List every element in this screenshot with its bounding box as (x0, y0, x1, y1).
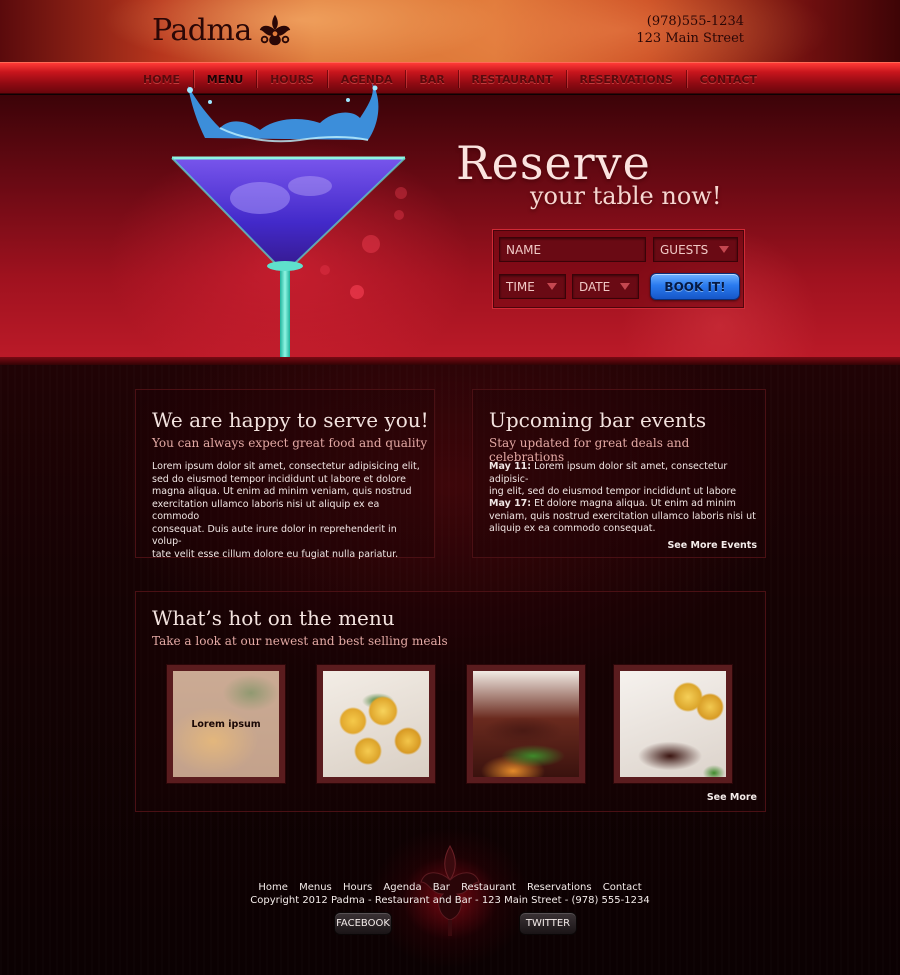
nav-item-reservations[interactable]: RESERVATIONS (569, 73, 682, 86)
welcome-panel: We are happy to serve you! You can alway… (135, 389, 435, 561)
guests-select-label: GUESTS (660, 242, 709, 257)
hero-banner (0, 95, 900, 358)
twitter-button[interactable]: TWITTER (519, 912, 577, 935)
events-title: Upcoming bar events (489, 408, 707, 432)
menu-title: What’s hot on the menu (152, 606, 395, 630)
event-text: Et dolore magna aliqua. Ut enim ad minim (534, 498, 736, 509)
footer-copyright: Copyright 2012 Padma - Restaurant and Ba… (250, 895, 650, 906)
menu-thumbnail-image: Lorem ipsum (173, 671, 279, 777)
see-more-events-link[interactable]: See More Events (667, 540, 757, 551)
footer-link-agenda[interactable]: Agenda (383, 882, 421, 893)
chevron-down-icon (719, 246, 729, 253)
nav-item-contact[interactable]: CONTACT (690, 73, 767, 86)
name-input[interactable]: NAME (499, 237, 646, 262)
footer-link-hours[interactable]: Hours (343, 882, 372, 893)
footer-link-menus[interactable]: Menus (299, 882, 332, 893)
menu-thumbnail[interactable] (466, 664, 586, 784)
nav-divider (565, 70, 567, 88)
chevron-down-icon (547, 283, 557, 290)
menu-subtitle: Take a look at our newest and best selli… (152, 634, 448, 648)
guests-select[interactable]: GUESTS (653, 237, 738, 262)
menu-thumbnail-label: Lorem ipsum (191, 719, 261, 730)
date-select[interactable]: DATE (572, 274, 639, 299)
logo[interactable]: Padma (152, 10, 294, 50)
event-text: aliquip ex ea commodo consequat. (489, 523, 656, 534)
menu-thumbnail[interactable]: Lorem ipsum (166, 664, 286, 784)
site-header: Padma (978)555-1234 123 Main Street (0, 0, 900, 62)
welcome-line: magna aliqua. Ut enim ad minim veniam, q… (152, 486, 412, 497)
time-select[interactable]: TIME (499, 274, 566, 299)
footer-link-bar[interactable]: Bar (433, 882, 450, 893)
events-panel: Upcoming bar events Stay updated for gre… (472, 389, 766, 558)
facebook-button[interactable]: FACEBOOK (334, 912, 392, 935)
nav-item-restaurant[interactable]: RESTAURANT (461, 73, 562, 86)
footer-link-restaurant[interactable]: Restaurant (461, 882, 516, 893)
header-address: 123 Main Street (636, 31, 744, 46)
event-item: May 11: Lorem ipsum dolor sit amet, cons… (489, 461, 759, 499)
header-phone: (978)555-1234 (646, 14, 744, 29)
footer-link-home[interactable]: Home (258, 882, 288, 893)
footer-link-contact[interactable]: Contact (603, 882, 642, 893)
menu-thumbnail-image (620, 671, 726, 777)
footer-nav: Home Menus Hours Agenda Bar Restaurant R… (0, 882, 900, 893)
event-date: May 17: (489, 498, 532, 509)
welcome-line: sed do eiusmod tempor incididunt ut labo… (152, 473, 406, 485)
event-text: veniam, quis nostrud exercitation ullamc… (489, 510, 756, 522)
padma-lotus-logo-icon (259, 14, 290, 46)
time-select-label: TIME (506, 279, 535, 294)
footer-link-reservations[interactable]: Reservations (527, 882, 592, 893)
nav-divider (457, 70, 459, 88)
logo-text: Padma (152, 12, 252, 48)
chevron-down-icon (620, 283, 630, 290)
menu-thumbnail-image (323, 671, 429, 777)
nav-divider (685, 70, 687, 88)
welcome-subtitle: You can always expect great food and qua… (152, 436, 428, 450)
welcome-line: consequat. Duis aute irure dolor in repr… (152, 523, 397, 548)
welcome-line: tate velit esse cillum dolore eu fugiat … (152, 548, 399, 560)
header-contact: (978)555-1234 123 Main Street (636, 13, 744, 47)
event-item: May 17: Et dolore magna aliqua. Ut enim … (489, 498, 759, 536)
welcome-line: Lorem ipsum dolor sit amet, consectetur … (152, 461, 420, 472)
reserve-subheading: your table now! (530, 182, 722, 210)
martini-glass-image (171, 83, 406, 360)
see-more-menu-link[interactable]: See More (707, 792, 757, 803)
event-date: May 11: (489, 461, 532, 472)
event-text: ing elit, sed do eiusmod tempor incididu… (489, 486, 737, 497)
main-nav: HOME MENU HOURS AGENDA BAR RESTAURANT RE… (0, 62, 900, 94)
welcome-body: Lorem ipsum dolor sit amet, consectetur … (152, 461, 424, 561)
book-it-button[interactable]: BOOK IT! (650, 273, 740, 300)
menu-thumbnail-image (473, 671, 579, 777)
events-subtitle: Stay updated for great deals and celebra… (489, 436, 690, 464)
menu-thumbnail[interactable] (316, 664, 436, 784)
date-select-label: DATE (579, 279, 611, 294)
welcome-title: We are happy to serve you! (152, 408, 429, 432)
welcome-line: exercitation ullamco laboris nisi ut ali… (152, 498, 380, 523)
menu-thumbnail[interactable] (613, 664, 733, 784)
